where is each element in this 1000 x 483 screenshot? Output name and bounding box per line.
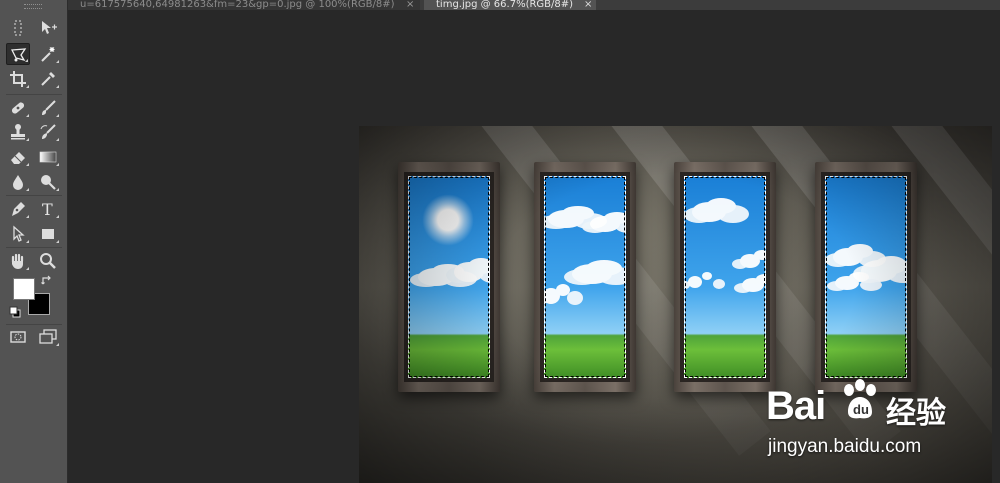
path-selection-icon (13, 225, 25, 242)
watermark-logo: Bai (766, 384, 826, 429)
zoom-tool[interactable] (36, 250, 60, 272)
submenu-indicator (26, 85, 29, 88)
default-colors-icon[interactable] (9, 306, 21, 318)
submenu-indicator (56, 85, 59, 88)
clone-stamp-tool[interactable] (6, 121, 30, 143)
submenu-indicator (56, 114, 59, 117)
type-tool[interactable]: T (36, 198, 60, 220)
type-tool-glyph: T (42, 200, 53, 218)
watermark-logo-text: Bai (766, 384, 826, 428)
submenu-indicator (56, 240, 59, 243)
crop-tool[interactable] (6, 68, 30, 90)
history-brush-icon (40, 124, 56, 139)
eyedropper-icon (41, 72, 55, 86)
tools-panel: T (0, 0, 68, 483)
brush-tool[interactable] (36, 97, 60, 119)
screen-mode-icon (39, 329, 57, 344)
tool-group-separator (6, 195, 62, 196)
submenu-indicator (25, 59, 28, 62)
history-brush-tool[interactable] (36, 121, 60, 143)
tab-document-2[interactable]: timg.jpg @ 66.7%(RGB/8#) × (424, 0, 596, 10)
tab-document-1[interactable]: u=617575640,64981263&fm=23&gp=0.jpg @ 10… (68, 0, 420, 10)
move-icon (42, 21, 57, 34)
clone-stamp-icon (11, 124, 25, 140)
watermark-logo-text-2: du (853, 402, 869, 417)
path-selection-tool[interactable] (6, 223, 30, 245)
tab-label: u=617575640,64981263&fm=23&gp=0.jpg @ 10… (80, 0, 395, 10)
quick-mask-icon (10, 331, 26, 343)
foreground-color-swatch[interactable] (13, 278, 35, 300)
magic-wand-icon (41, 47, 55, 62)
quick-mask-button[interactable] (6, 326, 30, 348)
tool-group-separator (6, 324, 62, 325)
submenu-indicator (26, 215, 29, 218)
marquee-tool[interactable] (6, 17, 30, 39)
submenu-indicator (26, 267, 29, 270)
submenu-indicator (56, 60, 59, 63)
brush-icon (42, 100, 56, 115)
baidu-jingyan-watermark: Bai du 经验 jingyan.baidu.com (762, 376, 992, 466)
submenu-indicator (56, 215, 59, 218)
magic-wand-tool[interactable] (36, 43, 60, 65)
screen-mode-button[interactable] (36, 326, 60, 348)
move-tool[interactable] (36, 17, 60, 39)
watermark-url: jingyan.baidu.com (768, 436, 922, 457)
hand-icon (11, 253, 24, 269)
eraser-icon (11, 152, 25, 164)
marquee-icon (14, 20, 22, 36)
pen-tool[interactable] (6, 198, 30, 220)
eraser-tool[interactable] (6, 146, 30, 168)
submenu-indicator (56, 188, 59, 191)
close-icon[interactable]: × (406, 0, 414, 10)
submenu-indicator (26, 188, 29, 191)
zoom-icon (40, 253, 56, 269)
watermark-cn-text: 经验 (886, 396, 946, 431)
eyedropper-tool[interactable] (36, 68, 60, 90)
tool-group-separator (6, 247, 62, 248)
swap-colors-icon[interactable] (41, 274, 53, 286)
submenu-indicator (56, 163, 59, 166)
submenu-indicator (26, 163, 29, 166)
hand-tool[interactable] (6, 250, 30, 272)
crop-icon (10, 71, 26, 87)
submenu-indicator (26, 240, 29, 243)
submenu-indicator (56, 138, 59, 141)
submenu-indicator (26, 114, 29, 117)
type-icon: T (42, 200, 53, 218)
submenu-indicator (26, 138, 29, 141)
gradient-icon (39, 151, 57, 163)
dodge-tool[interactable] (36, 171, 60, 193)
blur-tool[interactable] (6, 171, 30, 193)
polygonal-lasso-tool[interactable] (6, 43, 30, 65)
tab-label: timg.jpg @ 66.7%(RGB/8#) (436, 0, 574, 10)
spot-healing-brush-icon (11, 102, 25, 114)
blur-icon (13, 175, 23, 190)
pen-icon (12, 202, 25, 216)
submenu-indicator (56, 343, 59, 346)
tool-group-separator (6, 94, 62, 95)
dodge-icon (41, 175, 56, 190)
spot-healing-brush-tool[interactable] (6, 97, 30, 119)
baidu-paw-icon: du (844, 379, 876, 419)
close-icon[interactable]: × (584, 0, 592, 10)
gradient-tool[interactable] (36, 146, 60, 168)
rectangle-shape-icon (42, 229, 54, 239)
document-tab-bar: u=617575640,64981263&fm=23&gp=0.jpg @ 10… (68, 0, 1000, 10)
panel-grip[interactable] (24, 4, 42, 9)
rectangle-shape-tool[interactable] (36, 223, 60, 245)
